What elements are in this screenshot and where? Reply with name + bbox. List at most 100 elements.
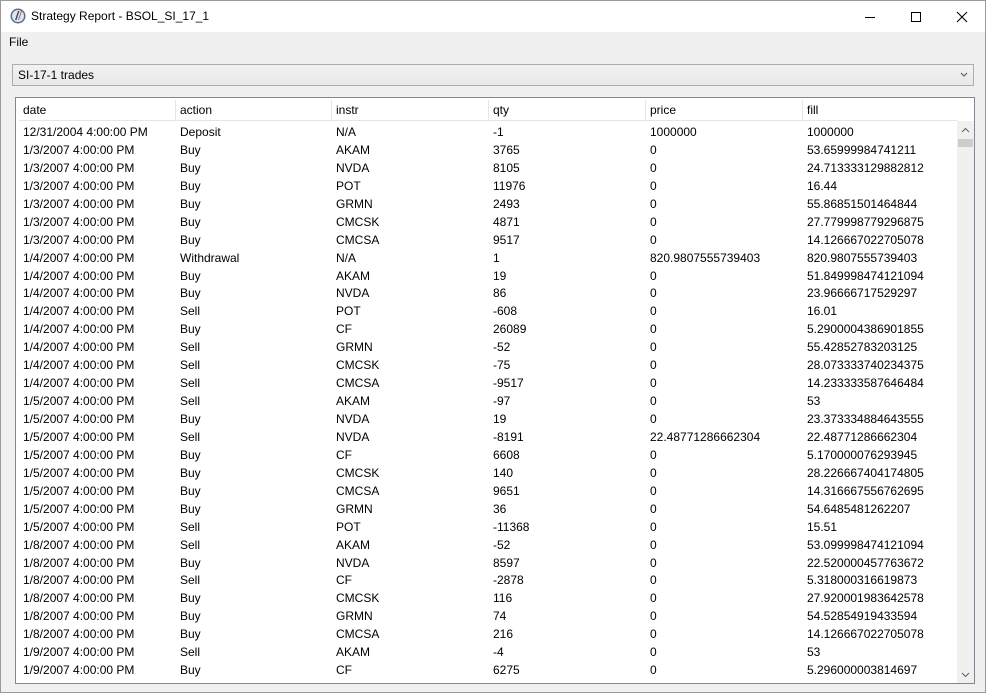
scroll-up-arrow-icon bbox=[961, 127, 970, 132]
window-title: Strategy Report - BSOL_SI_17_1 bbox=[31, 9, 210, 23]
table-row[interactable]: 1/3/2007 4:00:00 PM Buy NVDA 8105 0 24.713333… bbox=[19, 159, 957, 177]
cell-action: Buy bbox=[180, 465, 201, 480]
scroll-up-button[interactable] bbox=[957, 121, 974, 138]
table-row[interactable]: 1/4/2007 4:00:00 PM Sell GRMN -52 0 55.428527… bbox=[19, 338, 957, 356]
minimize-button[interactable] bbox=[847, 1, 893, 32]
cell-qty: -52 bbox=[493, 537, 511, 552]
table-row[interactable]: 1/8/2007 4:00:00 PM Sell AKAM -52 0 53.099998… bbox=[19, 536, 957, 554]
column-header-action[interactable]: action bbox=[176, 100, 332, 121]
cell-price: 0 bbox=[650, 322, 657, 337]
cell-action: Buy bbox=[180, 447, 201, 462]
table-row[interactable]: 1/9/2007 4:00:00 PM Buy CF 6275 0 5.296000003… bbox=[19, 661, 957, 679]
cell-qty: 86 bbox=[493, 286, 507, 301]
table-row[interactable]: 1/5/2007 4:00:00 PM Sell NVDA -8191 22.48771… bbox=[19, 428, 957, 446]
table-row[interactable]: 1/5/2007 4:00:00 PM Buy CF 6608 0 5.170000076… bbox=[19, 446, 957, 464]
cell-fill: 820.9807555739403 bbox=[807, 250, 918, 265]
table-row[interactable]: 1/4/2007 4:00:00 PM Withdrawal N/A 1 820.980… bbox=[19, 249, 957, 267]
cell-fill: 5.318000316619873 bbox=[807, 573, 918, 588]
cell-date: 1/3/2007 4:00:00 PM bbox=[23, 160, 135, 175]
cell-fill: 53 bbox=[807, 645, 821, 660]
cell-qty: 3765 bbox=[493, 142, 520, 157]
cell-fill: 54.6485481262207 bbox=[807, 501, 911, 516]
column-header-qty[interactable]: qty bbox=[489, 100, 646, 121]
table-row[interactable]: 1/4/2007 4:00:00 PM Buy CF 26089 0 5.29000043… bbox=[19, 320, 957, 338]
cell-date: 1/3/2007 4:00:00 PM bbox=[23, 214, 135, 229]
table-row[interactable]: 1/9/2007 4:00:00 PM Sell AKAM -4 0 53 bbox=[19, 643, 957, 661]
cell-action: Buy bbox=[180, 609, 201, 624]
table-row[interactable]: 1/5/2007 4:00:00 PM Buy NVDA 19 0 23.37333488… bbox=[19, 410, 957, 428]
cell-price: 0 bbox=[650, 645, 657, 660]
scrollbar-thumb[interactable] bbox=[958, 139, 973, 147]
cell-date: 1/5/2007 4:00:00 PM bbox=[23, 501, 135, 516]
cell-date: 1/3/2007 4:00:00 PM bbox=[23, 142, 135, 157]
cell-instr: GRMN bbox=[336, 609, 373, 624]
scroll-down-button[interactable] bbox=[957, 666, 974, 683]
maximize-icon bbox=[911, 11, 921, 22]
table-row[interactable]: 1/5/2007 4:00:00 PM Sell POT -11368 0 15.51 bbox=[19, 518, 957, 536]
table-row[interactable]: 1/8/2007 4:00:00 PM Buy GRMN 74 0 54.52854919… bbox=[19, 607, 957, 625]
cell-instr: CF bbox=[336, 573, 352, 588]
table-row[interactable]: 1/3/2007 4:00:00 PM Buy AKAM 3765 0 53.659999… bbox=[19, 141, 957, 159]
cell-action: Buy bbox=[180, 322, 201, 337]
cell-action: Buy bbox=[180, 214, 201, 229]
table-row[interactable]: 1/3/2007 4:00:00 PM Buy POT 11976 0 16.44 bbox=[19, 177, 957, 195]
cell-instr: N/A bbox=[336, 250, 357, 265]
table-row[interactable]: 1/4/2007 4:00:00 PM Buy NVDA 86 0 23.96666717… bbox=[19, 284, 957, 302]
table-body: 12/31/2004 4:00:00 PM Deposit N/A -1 1000000… bbox=[19, 123, 957, 679]
table-row[interactable]: 1/3/2007 4:00:00 PM Buy CMCSA 9517 0 14.12666… bbox=[19, 231, 957, 249]
cell-date: 1/5/2007 4:00:00 PM bbox=[23, 465, 135, 480]
cell-date: 1/9/2007 4:00:00 PM bbox=[23, 663, 135, 678]
table-row[interactable]: 1/8/2007 4:00:00 PM Sell CF -2878 0 5.3180003… bbox=[19, 571, 957, 589]
table-row[interactable]: 1/8/2007 4:00:00 PM Buy CMCSA 216 0 14.126667… bbox=[19, 625, 957, 643]
table-row[interactable]: 1/4/2007 4:00:00 PM Sell CMCSK -75 0 28.07333… bbox=[19, 356, 957, 374]
table-row[interactable]: 1/3/2007 4:00:00 PM Buy CMCSK 4871 0 27.77999… bbox=[19, 213, 957, 231]
table-row[interactable]: 1/4/2007 4:00:00 PM Buy AKAM 19 0 51.84999847… bbox=[19, 267, 957, 285]
cell-date: 1/8/2007 4:00:00 PM bbox=[23, 573, 135, 588]
cell-date: 1/5/2007 4:00:00 PM bbox=[23, 483, 135, 498]
cell-fill: 55.42852783203125 bbox=[807, 340, 918, 355]
cell-price: 0 bbox=[650, 196, 657, 211]
cell-fill: 22.520000457763672 bbox=[807, 555, 924, 570]
cell-qty: -4 bbox=[493, 645, 504, 660]
vertical-scrollbar[interactable] bbox=[957, 121, 974, 683]
cell-qty: -52 bbox=[493, 340, 511, 355]
cell-date: 1/8/2007 4:00:00 PM bbox=[23, 537, 135, 552]
cell-price: 0 bbox=[650, 627, 657, 642]
table-row[interactable]: 1/5/2007 4:00:00 PM Buy CMCSA 9651 0 14.31666… bbox=[19, 482, 957, 500]
table-row[interactable]: 1/4/2007 4:00:00 PM Sell POT -608 0 16.01 bbox=[19, 302, 957, 320]
report-selector-dropdown[interactable]: SI-17-1 trades bbox=[12, 64, 974, 86]
menu-file[interactable]: File bbox=[9, 35, 28, 49]
table-row[interactable]: 1/8/2007 4:00:00 PM Buy NVDA 8597 0 22.520000… bbox=[19, 554, 957, 572]
cell-instr: NVDA bbox=[336, 555, 370, 570]
table-row[interactable]: 1/5/2007 4:00:00 PM Buy GRMN 36 0 54.64854812… bbox=[19, 500, 957, 518]
column-header-date[interactable]: date bbox=[19, 100, 176, 121]
table-row[interactable]: 1/5/2007 4:00:00 PM Sell AKAM -97 0 53 bbox=[19, 392, 957, 410]
table-row[interactable]: 1/8/2007 4:00:00 PM Buy CMCSK 116 0 27.920001… bbox=[19, 589, 957, 607]
table-row[interactable]: 12/31/2004 4:00:00 PM Deposit N/A -1 1000000… bbox=[19, 123, 957, 141]
cell-qty: 4871 bbox=[493, 214, 520, 229]
table-row[interactable]: 1/5/2007 4:00:00 PM Buy CMCSK 140 0 28.226667… bbox=[19, 464, 957, 482]
cell-date: 1/4/2007 4:00:00 PM bbox=[23, 322, 135, 337]
close-button[interactable] bbox=[939, 1, 985, 32]
title-bar[interactable]: Strategy Report - BSOL_SI_17_1 bbox=[1, 1, 985, 32]
table-header: date action instr qty price fill bbox=[19, 100, 957, 121]
table-row[interactable]: 1/3/2007 4:00:00 PM Buy GRMN 2493 0 55.868515… bbox=[19, 195, 957, 213]
cell-action: Sell bbox=[180, 304, 201, 319]
cell-fill: 5.170000076293945 bbox=[807, 447, 918, 462]
cell-price: 820.9807555739403 bbox=[650, 250, 761, 265]
cell-qty: 36 bbox=[493, 501, 507, 516]
column-header-fill[interactable]: fill bbox=[803, 100, 957, 121]
cell-price: 0 bbox=[650, 537, 657, 552]
column-header-price[interactable]: price bbox=[646, 100, 803, 121]
cell-qty: -608 bbox=[493, 304, 518, 319]
column-header-instr[interactable]: instr bbox=[332, 100, 489, 121]
cell-fill: 53 bbox=[807, 394, 821, 409]
cell-instr: CMCSK bbox=[336, 591, 380, 606]
cell-action: Sell bbox=[180, 519, 201, 534]
trades-table[interactable]: date action instr qty price fill 12/31/2… bbox=[15, 97, 975, 684]
cell-price: 0 bbox=[650, 519, 657, 534]
table-row[interactable]: 1/4/2007 4:00:00 PM Sell CMCSA -9517 0 14.233… bbox=[19, 374, 957, 392]
maximize-button[interactable] bbox=[893, 1, 939, 32]
scroll-down-arrow-icon bbox=[961, 672, 970, 677]
cell-instr: NVDA bbox=[336, 160, 370, 175]
